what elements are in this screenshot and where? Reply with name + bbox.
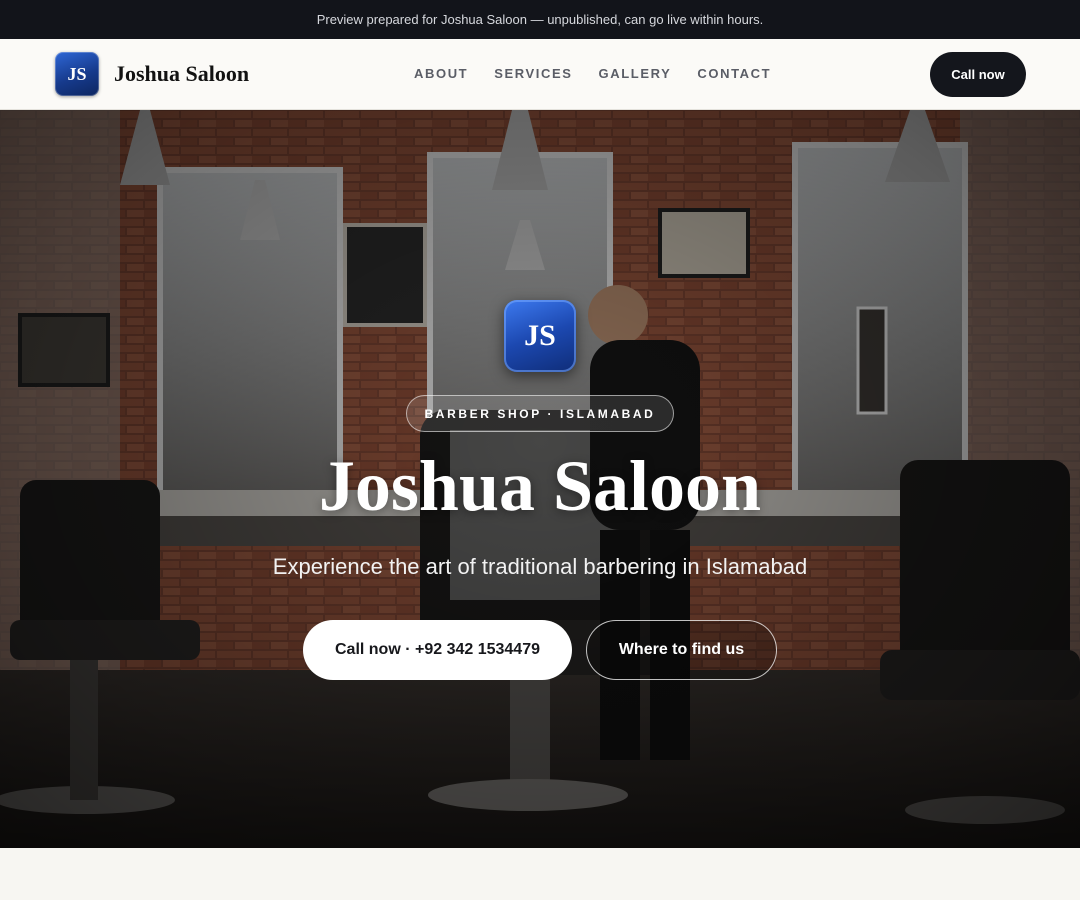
main-nav: ABOUT SERVICES GALLERY CONTACT <box>414 66 771 81</box>
hero-find-us-button[interactable]: Where to find us <box>586 620 777 680</box>
nav-item-contact[interactable]: CONTACT <box>697 66 771 81</box>
hero-logo-initials: JS <box>524 319 556 352</box>
preview-banner: Preview prepared for Joshua Saloon — unp… <box>0 0 1080 39</box>
hero-call-now-button[interactable]: Call now · +92 342 1534479 <box>303 620 572 680</box>
next-section-start <box>0 848 1080 900</box>
nav-item-about[interactable]: ABOUT <box>414 66 468 81</box>
hero-section: JS BARBER SHOP · ISLAMABAD Joshua Saloon… <box>0 110 1080 848</box>
logo-badge[interactable]: JS <box>55 52 99 96</box>
hero-logo-badge: JS <box>504 300 576 372</box>
preview-banner-text: Preview prepared for Joshua Saloon — unp… <box>316 12 764 27</box>
hero-category-tag: BARBER SHOP · ISLAMABAD <box>406 395 674 432</box>
nav-item-services[interactable]: SERVICES <box>494 66 572 81</box>
header-call-now-button[interactable]: Call now <box>930 52 1026 97</box>
hero-title: Joshua Saloon <box>318 446 762 526</box>
nav-item-gallery[interactable]: GALLERY <box>599 66 672 81</box>
site-header: JS Joshua Saloon ABOUT SERVICES GALLERY … <box>0 39 1080 110</box>
logo-initials: JS <box>67 63 87 84</box>
hero-subtitle: Experience the art of traditional barber… <box>272 554 808 579</box>
brand-name[interactable]: Joshua Saloon <box>114 61 249 87</box>
